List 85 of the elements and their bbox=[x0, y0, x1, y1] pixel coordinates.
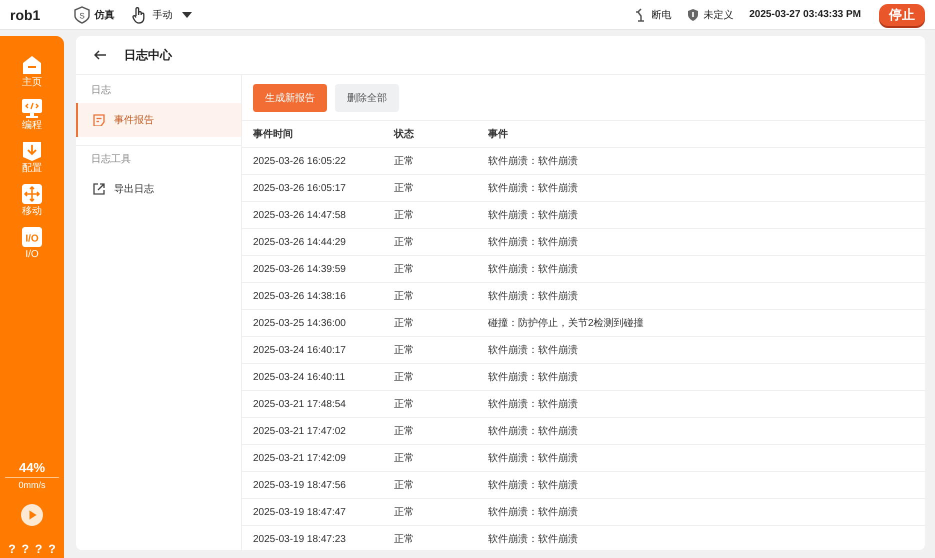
table-cell-text: 软件崩溃：软件崩溃 bbox=[487, 208, 578, 222]
table-cell-text: 软件崩溃：软件崩溃 bbox=[487, 532, 578, 546]
table-cell-text: 正常 bbox=[393, 316, 415, 330]
menu-item[interactable]: 导出日志 bbox=[76, 172, 241, 206]
delete-all-button[interactable]: 删除全部 bbox=[335, 84, 399, 112]
table-cell-text: 2025-03-26 14:39:59 bbox=[252, 264, 347, 274]
table-cell-text: 正常 bbox=[393, 262, 415, 276]
nav-label[interactable]: 主页 bbox=[22, 76, 42, 89]
table-cell-text: 正常 bbox=[393, 532, 415, 546]
table-cell-text: 软件崩溃：软件崩溃 bbox=[487, 344, 578, 357]
table-cell-text: 软件崩溃：软件崩溃 bbox=[487, 236, 578, 249]
table-cell-text: 碰撞：防护停止，关节2检测到碰撞 bbox=[487, 316, 644, 330]
table-cell-text: 软件崩溃：软件崩溃 bbox=[487, 290, 578, 303]
table-cell-text: 正常 bbox=[393, 290, 415, 303]
shield-icon bbox=[687, 8, 700, 22]
table-cell-text: 2025-03-19 18:47:56 bbox=[252, 480, 347, 490]
table-cell-text: 软件崩溃：软件崩溃 bbox=[487, 452, 578, 465]
power-status: 断电 bbox=[651, 8, 672, 22]
table-cell-text: 2025-03-26 16:05:17 bbox=[252, 182, 347, 194]
nav-label[interactable]: 配置 bbox=[22, 162, 42, 175]
home-icon[interactable] bbox=[21, 54, 43, 76]
table-cell-text: 2025-03-21 17:48:54 bbox=[252, 398, 347, 410]
table-cell-text: 2025-03-21 17:42:09 bbox=[252, 452, 347, 464]
help-mark[interactable]: ? bbox=[22, 542, 29, 556]
column-header: 事件时间 bbox=[252, 128, 294, 141]
table-cell-text: 软件崩溃：软件崩溃 bbox=[487, 478, 578, 492]
table-cell-text: 软件崩溃：软件崩溃 bbox=[487, 424, 578, 438]
menu-section-heading: 日志 bbox=[90, 84, 112, 98]
safety-status: 未定义 bbox=[703, 8, 734, 22]
speed-percent: 44% bbox=[4, 460, 60, 478]
table-cell-text: 正常 bbox=[393, 424, 415, 438]
stop-button[interactable]: 停止 bbox=[879, 4, 925, 26]
download-box-icon[interactable] bbox=[21, 140, 43, 162]
column-header: 事件 bbox=[487, 128, 508, 141]
table-cell-text: 正常 bbox=[393, 154, 415, 168]
table-cell-text: 软件崩溃：软件崩溃 bbox=[487, 262, 578, 276]
date-time: 2025-03-27 03:43:33 PM bbox=[749, 9, 861, 20]
table-cell-text: 软件崩溃：软件崩溃 bbox=[487, 182, 578, 195]
table-cell-text: 正常 bbox=[393, 506, 415, 519]
nav-label[interactable]: 编程 bbox=[22, 119, 42, 132]
table-cell-text: 2025-03-19 18:47:47 bbox=[252, 506, 347, 518]
nav-label[interactable]: 移动 bbox=[22, 205, 42, 218]
io-icon[interactable]: I/O bbox=[21, 226, 43, 248]
table-cell-text: 软件崩溃：软件崩溃 bbox=[487, 154, 578, 168]
table-cell-text: 软件崩溃：软件崩溃 bbox=[487, 370, 578, 384]
table-cell-text: 正常 bbox=[393, 182, 415, 195]
table-cell-text: 正常 bbox=[393, 370, 415, 384]
move-arrows-icon[interactable] bbox=[21, 183, 43, 205]
robot-name: rob1 bbox=[10, 6, 40, 22]
external-link-icon bbox=[93, 183, 105, 195]
table-cell-text: 2025-03-26 16:05:22 bbox=[252, 156, 347, 166]
table-cell-text: 正常 bbox=[393, 236, 415, 249]
caret-icon[interactable] bbox=[182, 12, 192, 18]
document-icon bbox=[93, 114, 105, 126]
help-mark[interactable]: ? bbox=[35, 542, 42, 556]
table-cell-text: 正常 bbox=[393, 208, 415, 222]
table-cell-text: 2025-03-24 16:40:17 bbox=[252, 344, 347, 356]
mode-label: 仿真 bbox=[94, 8, 114, 22]
table-cell-text: 软件崩溃：软件崩溃 bbox=[487, 398, 578, 411]
menu-item[interactable]: 事件报告 bbox=[76, 103, 241, 137]
shield-s-icon: S bbox=[74, 6, 90, 24]
table-cell-text: 2025-03-19 18:47:23 bbox=[252, 534, 347, 544]
page-title: 日志中心 bbox=[124, 46, 172, 64]
table-cell-text: 2025-03-26 14:44:29 bbox=[252, 236, 347, 248]
back-arrow-icon[interactable] bbox=[94, 50, 106, 60]
table-cell-text: 2025-03-24 16:40:11 bbox=[252, 372, 346, 382]
menu-section-heading: 日志工具 bbox=[90, 152, 132, 167]
table-cell-text: 软件崩溃：软件崩溃 bbox=[487, 506, 578, 519]
table-cell-text: 正常 bbox=[393, 344, 415, 357]
table-cell-text: 正常 bbox=[393, 398, 415, 411]
nav-label[interactable]: I/O bbox=[25, 248, 39, 261]
control-mode-label[interactable]: 手动 bbox=[152, 8, 172, 22]
table-cell-text: 2025-03-25 14:36:00 bbox=[252, 318, 347, 328]
code-monitor-icon[interactable] bbox=[21, 97, 43, 119]
speed-value: 0mm/s bbox=[18, 480, 46, 490]
column-header: 状态 bbox=[392, 128, 415, 141]
generate-report-button[interactable]: 生成新报告 bbox=[253, 84, 327, 112]
play-icon[interactable] bbox=[21, 504, 43, 526]
table-cell-text: 正常 bbox=[393, 478, 415, 492]
help-mark[interactable]: ? bbox=[8, 542, 16, 556]
table-cell-text: 2025-03-26 14:38:16 bbox=[252, 290, 347, 302]
table-cell-text: 2025-03-26 14:47:58 bbox=[252, 210, 347, 220]
table-cell-text: 正常 bbox=[393, 452, 415, 465]
help-mark[interactable]: ? bbox=[48, 542, 56, 556]
table-cell-text: 2025-03-21 17:47:02 bbox=[252, 426, 347, 436]
